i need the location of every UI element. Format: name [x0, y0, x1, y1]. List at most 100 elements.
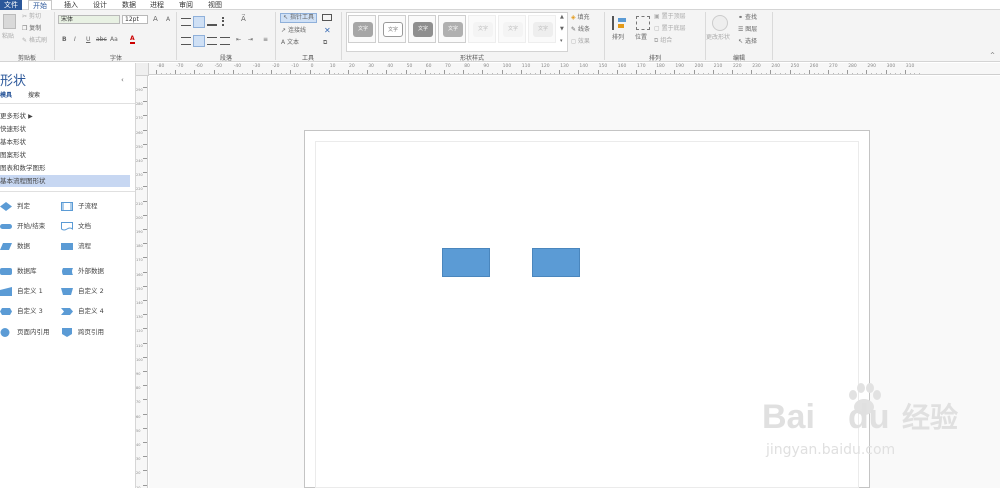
shape-style-swatch-4[interactable]: 文字 [438, 15, 466, 43]
tab-data[interactable]: 数据 [118, 0, 140, 10]
tab-search[interactable]: 搜索 [28, 91, 40, 100]
stencil-basic-flowchart[interactable]: 基本流程图形状 [0, 175, 130, 187]
align-shapes-button[interactable]: 排列 [612, 34, 624, 42]
process-shape-2[interactable] [532, 248, 580, 277]
grow-font-button[interactable]: A [153, 15, 158, 23]
tab-process[interactable]: 进程 [146, 0, 168, 10]
shape-custom-2[interactable]: 自定义 2 [61, 284, 129, 298]
shape-style-swatch-5[interactable]: 文字 [468, 15, 496, 43]
change-case-button[interactable]: Aa [110, 36, 118, 44]
select-button[interactable]: ↖ 选择 [738, 38, 757, 46]
tab-insert[interactable]: 插入 [60, 0, 82, 10]
shape-database[interactable]: 数据库 [0, 264, 68, 278]
cut-button[interactable]: ✂ 剪切 [22, 13, 41, 21]
align-bottom-icon[interactable] [207, 18, 217, 26]
shape-off-page-reference[interactable]: 跨页引用 [61, 325, 129, 339]
shape-style-swatch-7[interactable]: 文字 [528, 15, 556, 43]
align-center-icon[interactable] [193, 35, 205, 47]
shrink-font-button[interactable]: A [166, 16, 170, 24]
copy-button[interactable]: ❐ 复制 [22, 25, 41, 33]
shape-style-swatch-3[interactable]: 文字 [408, 15, 436, 43]
increase-indent-icon[interactable]: ⇥ [248, 36, 253, 44]
tab-view[interactable]: 视图 [204, 0, 226, 10]
align-left-icon[interactable] [181, 37, 191, 45]
stencil-charts-math[interactable]: 图表和数学图形 [0, 162, 130, 174]
font-color-button[interactable]: A [130, 35, 135, 44]
shape-data[interactable]: 数据 [0, 239, 68, 253]
shape-custom-1[interactable]: 自定义 1 [0, 284, 68, 298]
shape-label: 自定义 2 [78, 287, 104, 295]
stencil-pattern-shapes[interactable]: 图案形状 [0, 149, 130, 161]
gallery-scroll-down-icon[interactable]: ▼ [560, 25, 564, 33]
shape-label: 开始/结束 [17, 222, 46, 230]
shape-external-data[interactable]: 外部数据 [61, 264, 129, 278]
italic-button[interactable]: I [74, 36, 76, 44]
connector-button[interactable]: ↗ 连接线 [281, 27, 306, 35]
connection-point-icon[interactable]: ⧉ [323, 39, 327, 47]
shape-decision[interactable]: 判定 [0, 199, 68, 213]
bullets-icon[interactable] [222, 17, 231, 26]
ruler-tick [143, 300, 147, 301]
shape-subprocess[interactable]: 子流程 [61, 199, 129, 213]
shape-style-swatch-1[interactable]: 文字 [348, 15, 376, 43]
change-shape-icon[interactable] [712, 15, 728, 31]
change-shape-button[interactable]: 更改形状 [706, 34, 730, 42]
tab-home[interactable]: 开始 [28, 0, 52, 10]
bold-button[interactable]: B [62, 36, 67, 44]
process-shape-1[interactable] [442, 248, 490, 277]
tab-file[interactable]: 文件 [0, 0, 22, 10]
ruler-minor-tick [909, 73, 911, 74]
text-tool-button[interactable]: A 文本 [281, 39, 299, 47]
position-icon[interactable] [636, 16, 650, 30]
tab-stencils[interactable]: 模具 [0, 91, 12, 100]
align-right-icon[interactable] [207, 37, 217, 45]
shape-on-page-reference[interactable]: 页面内引用 [0, 325, 68, 339]
format-painter-button[interactable]: ✎ 格式刷 [22, 37, 47, 45]
decrease-indent-icon[interactable]: ⇤ [236, 36, 241, 44]
shape-custom-4[interactable]: 自定义 4 [61, 304, 129, 318]
pointer-tool-button[interactable]: ↖ 指针工具 [280, 13, 317, 23]
line-button[interactable]: ✎ 线条 [571, 26, 590, 34]
stencil-basic-shapes[interactable]: 基本形状 [0, 136, 130, 148]
vertical-ruler[interactable]: 290 280 270 260 250 240 230 220 210 200 190 180 170 1… [136, 75, 148, 488]
shape-custom-3[interactable]: 自定义 3 [0, 304, 68, 318]
tab-review[interactable]: 审阅 [175, 0, 197, 10]
text-direction-icon[interactable]: A⃗ [241, 15, 246, 23]
effects-button[interactable]: ◻ 效果 [571, 38, 590, 46]
tab-design[interactable]: 设计 [89, 0, 111, 10]
stencil-quick-shapes[interactable]: 快速形状 [0, 123, 130, 135]
collapse-ribbon-icon[interactable]: ^ [990, 52, 995, 60]
justify-icon[interactable] [220, 37, 230, 45]
gallery-scroll-up-icon[interactable]: ▲ [560, 13, 564, 21]
shape-style-swatch-2[interactable]: 文字 [378, 15, 406, 43]
collapse-pane-icon[interactable]: ‹ [121, 76, 124, 84]
underline-button[interactable]: U [86, 36, 90, 44]
font-family-select[interactable]: 宋体 [58, 15, 120, 24]
gallery-more-icon[interactable]: ▾ [560, 37, 563, 45]
ruler-tick [213, 70, 215, 74]
align-shapes-icon[interactable] [612, 16, 626, 30]
align-top-icon[interactable] [181, 18, 191, 26]
ruler-minor-tick [708, 73, 709, 74]
layers-button[interactable]: ☰ 图层 [738, 26, 757, 34]
line-spacing-icon[interactable]: ≡ [263, 36, 268, 44]
shape-document[interactable]: 文档 [61, 219, 129, 233]
ruler-tick [904, 70, 906, 74]
fill-button[interactable]: ◈ 填充 [571, 14, 590, 22]
group-button[interactable]: ⧉ 组合 [654, 37, 672, 45]
font-size-select[interactable]: 12pt [122, 15, 148, 24]
shape-terminator[interactable]: 开始/结束 [0, 219, 68, 233]
paste-button[interactable]: 粘贴 [2, 33, 14, 41]
rectangle-tool-icon[interactable] [322, 14, 332, 21]
strikethrough-button[interactable]: abc [96, 36, 107, 44]
bring-to-front-button[interactable]: ▣ 置于顶层 [654, 13, 686, 21]
shape-style-swatch-6[interactable]: 文字 [498, 15, 526, 43]
horizontal-ruler[interactable]: -80 -70 -60 -50 -40 -30 -20 -10 0 10 20 30 40 50 60 70 8… [136, 63, 1000, 75]
more-shapes-menu[interactable]: 更多形状 ▶ [0, 110, 130, 122]
send-to-back-button[interactable]: ▢ 置于底层 [654, 25, 686, 33]
align-middle-icon[interactable] [193, 16, 205, 28]
find-button[interactable]: ⚭ 查找 [738, 14, 757, 22]
shape-process[interactable]: 流程 [61, 239, 129, 253]
position-button[interactable]: 位置 [635, 34, 647, 42]
close-icon[interactable]: ✕ [324, 27, 331, 35]
